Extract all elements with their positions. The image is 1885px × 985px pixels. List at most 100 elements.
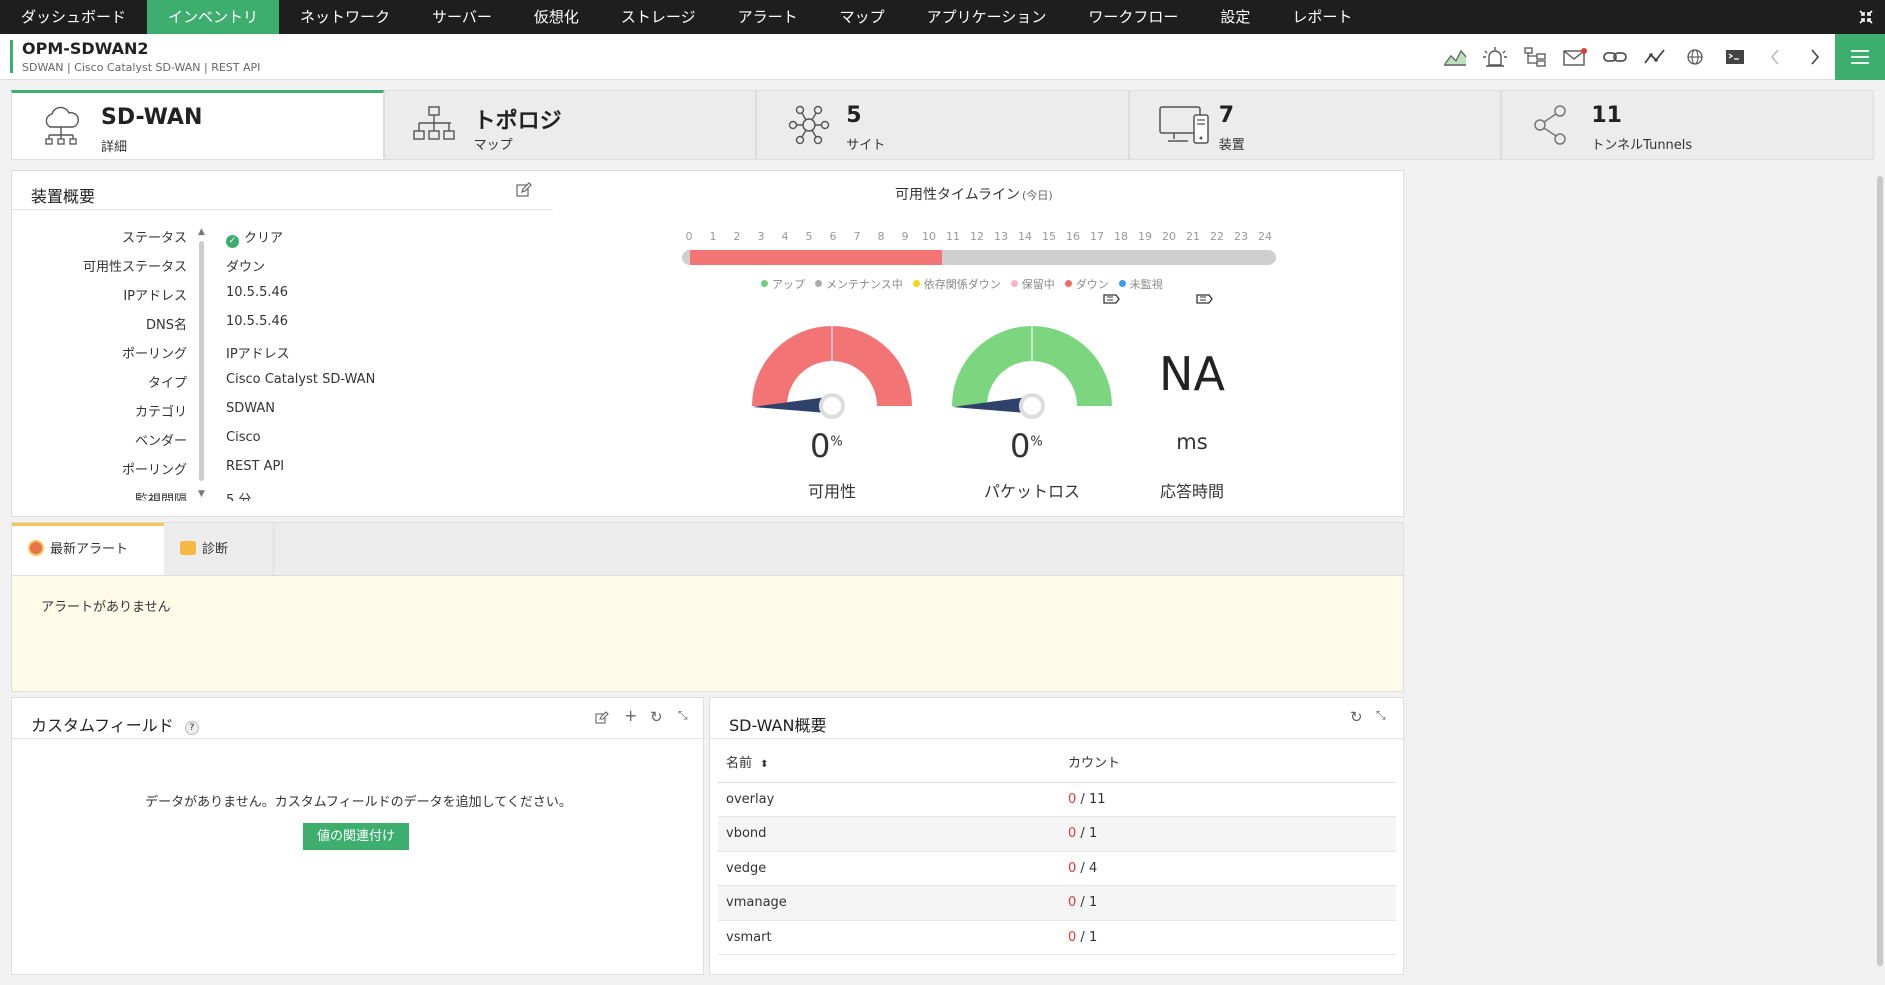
response-time-label: 応答時間 (1159, 482, 1224, 501)
table-row[interactable]: vsmart 0 / 1 (718, 920, 1396, 955)
timeline-hour-label: 23 (1234, 230, 1248, 243)
legend-dot-icon (761, 280, 768, 287)
link-icon[interactable] (1595, 34, 1635, 80)
sort-icon[interactable]: ⬍ (760, 759, 768, 770)
legend-dot-icon (1010, 280, 1018, 287)
table-row[interactable]: overlay 0 / 11 (718, 782, 1396, 817)
gauge-settings-icon[interactable] (1195, 291, 1213, 310)
prev-arrow-icon[interactable] (1755, 34, 1795, 80)
tab-diagnostics[interactable]: 診断 (164, 523, 274, 576)
detail-row: タイプ Cisco Catalyst SD-WAN (12, 372, 552, 392)
tile-topology-map[interactable]: トポロジ マップ (383, 90, 757, 160)
page-scrollbar[interactable] (1875, 160, 1885, 980)
nav-storage[interactable]: ストレージ (600, 0, 717, 34)
hierarchy-config-icon[interactable] (1515, 34, 1555, 80)
help-icon[interactable]: ? (184, 721, 199, 735)
nav-dashboard[interactable]: ダッシュボード (0, 0, 147, 34)
timeline-hour-label: 5 (805, 230, 813, 243)
nav-settings[interactable]: 設定 (1199, 0, 1271, 34)
nav-alerts[interactable]: アラート (717, 0, 819, 34)
response-time-unit: ms (1176, 430, 1208, 454)
chevron-down-icon[interactable]: ▼ (198, 489, 205, 499)
table-header-row: 名前 ⬍ カウント (718, 742, 1396, 783)
table-row[interactable]: vmanage 0 / 1 (718, 885, 1396, 921)
no-alerts-text: アラートがありません (41, 600, 171, 615)
row-count-down[interactable]: 0 (1068, 861, 1076, 876)
timeline-hour-label: 4 (781, 230, 789, 243)
globe-icon[interactable] (1675, 34, 1715, 80)
tile-big-text: 5 (846, 103, 862, 128)
row-count-total[interactable]: 1 (1089, 826, 1097, 841)
nav-virtualization[interactable]: 仮想化 (513, 0, 600, 34)
row-name: vbond (718, 816, 1060, 852)
refresh-icon[interactable]: ↻ (650, 708, 663, 726)
custom-fields-empty-text: データがありません。カスタムフィールドのデータを追加してください。 (145, 795, 572, 810)
row-count-total[interactable]: 1 (1089, 895, 1097, 910)
row-name: vmanage (718, 885, 1060, 921)
minimize-icon[interactable]: ⤡ (1376, 708, 1386, 723)
hamburger-menu-icon[interactable] (1835, 34, 1885, 80)
detail-value: 5 分 (226, 493, 252, 501)
legend-item: 未監視 (1118, 276, 1163, 292)
table-row[interactable]: vedge 0 / 4 (718, 851, 1396, 886)
edit-icon[interactable] (595, 710, 609, 729)
legend-dot-icon (815, 280, 822, 287)
column-name-header[interactable]: 名前 ⬍ (718, 742, 1060, 783)
graph-icon[interactable] (1435, 34, 1475, 80)
scrollbar-thumb[interactable] (199, 241, 204, 481)
detail-value: SDWAN (226, 401, 276, 416)
tile-tunnels[interactable]: 11 トンネルTunnels (1501, 90, 1874, 160)
column-header-label: 名前 (726, 756, 753, 772)
overview-details-list: ステータス ✓ クリア 可用性ステータス ダウン IPアドレス 10.5.5.46 D… (12, 227, 572, 501)
nav-network[interactable]: ネットワーク (279, 0, 411, 34)
nav-workflow[interactable]: ワークフロー (1067, 0, 1199, 34)
device-name: OPM-SDWAN2 (22, 39, 149, 58)
row-count-total[interactable]: 1 (1089, 930, 1097, 945)
tile-sdwan-details[interactable]: SD-WAN 詳細 (11, 90, 384, 160)
legend-item: 依存関係ダウン (912, 276, 1001, 292)
refresh-icon[interactable]: ↻ (1350, 708, 1363, 726)
timeline-hour-label: 2 (733, 230, 741, 243)
timeline-bar[interactable] (682, 250, 1276, 265)
row-count-down[interactable]: 0 (1068, 792, 1076, 807)
gauge-settings-icon[interactable] (1102, 291, 1120, 310)
detail-value: IPアドレス (226, 347, 290, 362)
detail-row: カテゴリ SDWAN (12, 401, 552, 421)
custom-fields-title: カスタムフィールド ? (31, 712, 199, 736)
nav-reports[interactable]: レポート (1271, 0, 1373, 34)
tile-big-text: トポロジ (473, 109, 562, 134)
detail-row: ポーリング REST API (12, 459, 552, 479)
packet-loss-value: 0% (1010, 427, 1043, 465)
page-scrollbar-thumb[interactable] (1877, 176, 1883, 966)
tab-label: 診断 (202, 542, 229, 557)
row-count-total[interactable]: 11 (1089, 792, 1106, 807)
table-row[interactable]: vbond 0 / 1 (718, 816, 1396, 852)
tile-sites[interactable]: 5 サイト (756, 90, 1129, 160)
associate-values-button[interactable]: 値の関連付け (303, 823, 409, 850)
tile-devices[interactable]: 7 装置 (1128, 90, 1502, 160)
timeline-hour-label: 22 (1210, 230, 1224, 243)
nav-maps[interactable]: マップ (819, 0, 906, 34)
minimize-icon[interactable]: ⤡ (678, 708, 688, 723)
row-count-down[interactable]: 0 (1068, 826, 1076, 841)
collapse-icon[interactable] (1847, 0, 1885, 34)
edit-icon[interactable] (516, 182, 532, 202)
alarm-icon[interactable] (1475, 34, 1515, 80)
mail-icon[interactable] (1555, 34, 1595, 80)
trend-icon[interactable] (1635, 34, 1675, 80)
detail-value: Cisco Catalyst SD-WAN (226, 372, 376, 387)
row-count-total[interactable]: 4 (1089, 861, 1097, 876)
timeline-hour-label: 13 (994, 230, 1008, 243)
nav-servers[interactable]: サーバー (411, 0, 513, 34)
nav-inventory[interactable]: インベントリ (147, 0, 280, 34)
add-icon[interactable]: + (624, 706, 637, 725)
row-count: 0 / 4 (1060, 851, 1396, 886)
terminal-icon[interactable] (1715, 34, 1755, 80)
row-count-down[interactable]: 0 (1068, 895, 1076, 910)
next-arrow-icon[interactable] (1795, 34, 1835, 80)
row-count-down[interactable]: 0 (1068, 930, 1076, 945)
details-scrollbar[interactable]: ▲ ▼ (198, 227, 206, 499)
timeline-hour-label: 24 (1258, 230, 1272, 243)
tab-latest-alerts[interactable]: 最新アラート (12, 523, 164, 576)
nav-applications[interactable]: アプリケーション (906, 0, 1068, 34)
